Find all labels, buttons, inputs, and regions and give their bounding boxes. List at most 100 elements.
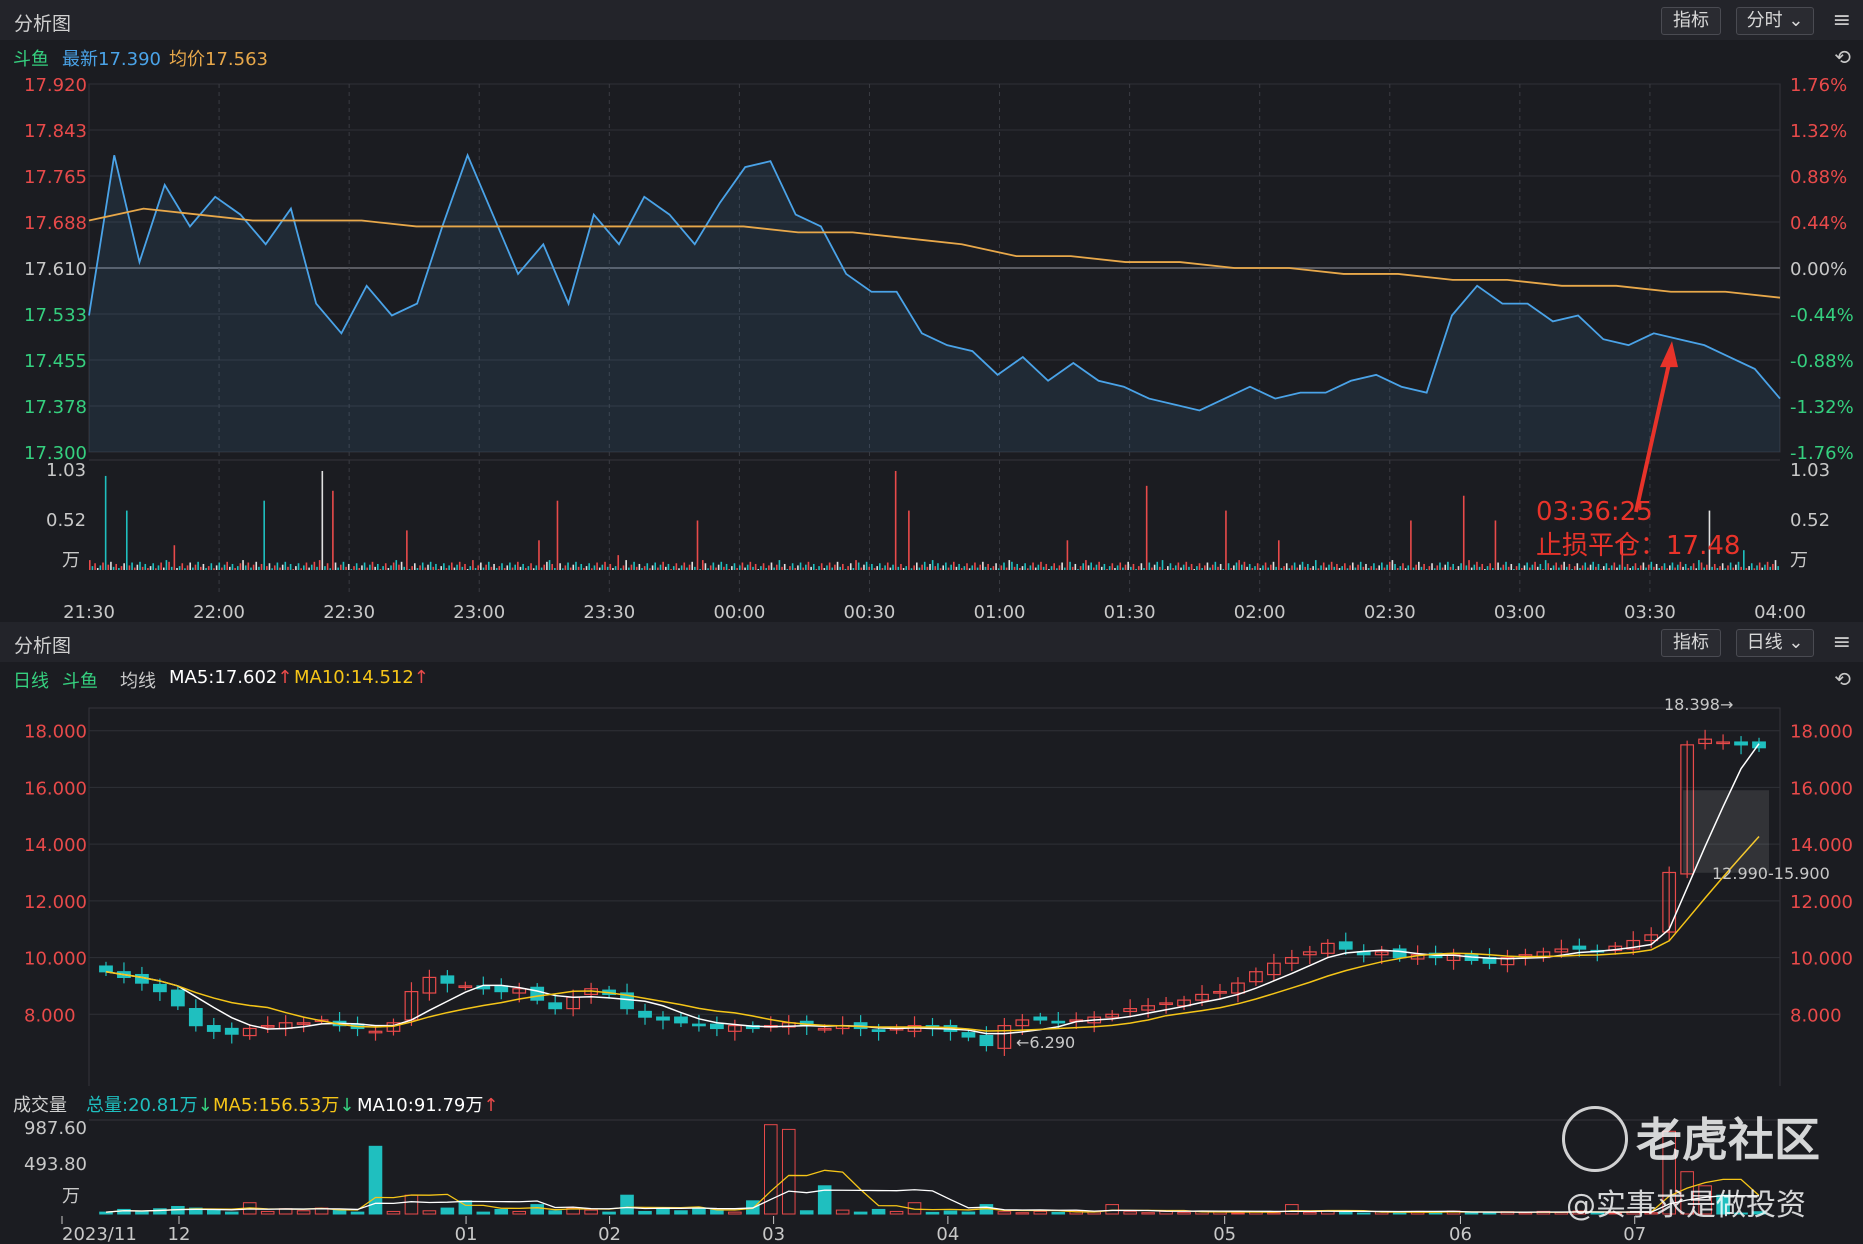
reset-icon[interactable]: ⟲ — [1834, 45, 1851, 69]
vol-bar — [675, 563, 678, 570]
vol-bar — [1053, 563, 1055, 570]
vol-bar — [1394, 563, 1396, 570]
vol-bar — [1676, 564, 1679, 570]
vol-bar — [453, 567, 456, 570]
vol-bar — [155, 568, 157, 570]
vol-bar — [773, 567, 775, 570]
bottom-period-dropdown[interactable]: 日线 ⌄ — [1736, 629, 1814, 657]
candle-body — [979, 1034, 994, 1047]
vol-bar — [215, 565, 218, 570]
vol-bar — [575, 561, 577, 570]
vol-bar — [1288, 568, 1291, 570]
vol-bar — [1774, 560, 1777, 570]
vol-bar — [1653, 566, 1655, 570]
vol-tick-label-right: 万 — [1790, 550, 1808, 571]
vol-bar — [569, 567, 572, 570]
x-tick-label: 23:30 — [583, 602, 635, 623]
vol-bar — [1494, 520, 1497, 570]
vol-bar — [596, 562, 598, 570]
vol-bar — [96, 568, 99, 570]
vol-bar — [1486, 566, 1489, 570]
vol-bar — [1222, 569, 1225, 570]
vol-bar — [347, 563, 350, 570]
vol-bar — [1682, 566, 1684, 570]
range-box — [1683, 790, 1770, 873]
vol-bar — [1085, 560, 1087, 570]
vol-bar — [303, 565, 305, 570]
vol-bar — [1238, 560, 1240, 570]
vol-bar — [509, 562, 511, 570]
bottom-infobar: 日线 斗鱼 均线 MA5:17.602↑ MA10:14.512↑ ⟲ — [0, 662, 1863, 694]
vol-bar — [799, 562, 802, 570]
vol-bar — [326, 563, 329, 570]
vol-bar — [1433, 568, 1436, 570]
vol-bar — [992, 566, 995, 570]
vol-bar — [931, 560, 934, 570]
vol-bar — [1227, 563, 1230, 570]
vol-bar — [831, 567, 834, 570]
vol-bar — [1172, 568, 1174, 570]
vol-bar — [1415, 564, 1417, 570]
vol-bar — [1745, 568, 1748, 570]
vol-bar — [213, 568, 215, 570]
vol-bar — [1581, 565, 1584, 570]
vol-bar — [863, 564, 865, 570]
vol-bar — [332, 1209, 347, 1215]
vol-bar — [696, 520, 699, 570]
x-tick-label: 07 — [1623, 1224, 1646, 1244]
vol-bar — [826, 565, 828, 570]
vol-bar — [422, 1210, 437, 1215]
vol-bar — [1061, 562, 1063, 570]
daily-volume-bars — [99, 1124, 1766, 1215]
arrow-down-icon: ↓ — [339, 1095, 355, 1116]
daily-annotations: 18.398→ ←6.290 12.990-15.900 — [1016, 695, 1830, 1052]
vol-bar — [1460, 563, 1462, 570]
y-tick-label: 17.765 — [24, 167, 87, 188]
vol-bar — [1063, 567, 1066, 570]
vol-bar — [1225, 510, 1227, 570]
vol-bar — [472, 560, 474, 570]
vol-bar — [1402, 563, 1404, 570]
vol-tick-label: 1.03 — [46, 460, 86, 481]
y-tick-label: 17.688 — [24, 213, 87, 234]
vol-bar — [524, 568, 527, 570]
vol-bar — [654, 562, 657, 570]
vol-bar — [202, 563, 205, 570]
vol-bar — [199, 566, 202, 570]
vol-bar — [847, 566, 849, 570]
vol-bar — [157, 565, 160, 570]
vol-bar — [1481, 563, 1484, 570]
chevron-down-icon: ⌄ — [1788, 632, 1804, 653]
vol-tick-label: 987.60 — [24, 1118, 87, 1139]
vol-bar — [744, 567, 746, 570]
vol-bar — [1756, 565, 1758, 570]
vol-bar — [1026, 568, 1029, 570]
vol-bar — [855, 560, 857, 570]
vol-bar — [884, 565, 886, 570]
vol-bar — [495, 568, 498, 570]
vol-bar — [723, 566, 725, 570]
bottom-indicator-button[interactable]: 指标 — [1661, 629, 1721, 657]
vol-bar — [408, 569, 411, 570]
vol-bar — [1231, 1212, 1245, 1215]
vol-bar — [128, 565, 131, 570]
vol-bar — [913, 565, 915, 570]
vol-bar — [244, 565, 247, 570]
top-indicator-button[interactable]: 指标 — [1661, 7, 1721, 35]
reset-icon[interactable]: ⟲ — [1834, 667, 1851, 691]
vol-bar — [1634, 563, 1637, 570]
menu-icon[interactable]: ≡ — [1833, 8, 1851, 33]
vol-bar — [770, 562, 773, 570]
vol-bar — [764, 1124, 778, 1215]
vol-bar — [588, 563, 590, 570]
vol-bar — [1130, 566, 1132, 570]
vol-bar — [1383, 567, 1386, 570]
vol-bar — [686, 567, 688, 570]
vol-bar — [1407, 565, 1410, 570]
vol-bar — [260, 1210, 275, 1215]
vol-bar — [178, 566, 181, 570]
vol-bar — [1637, 568, 1639, 570]
vol-bar — [1584, 562, 1587, 570]
top-period-dropdown[interactable]: 分时 ⌄ — [1736, 7, 1814, 35]
menu-icon[interactable]: ≡ — [1833, 630, 1851, 655]
